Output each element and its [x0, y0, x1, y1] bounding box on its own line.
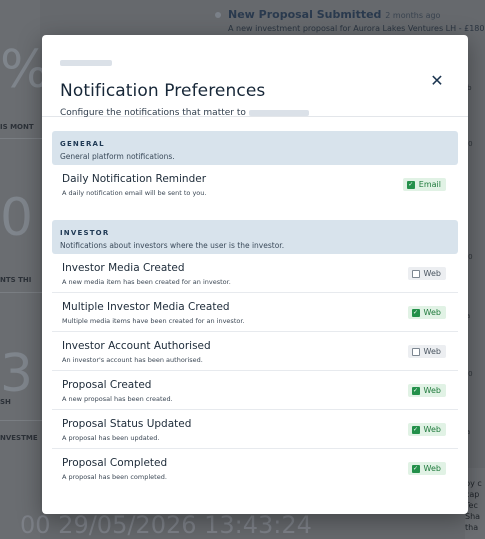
preference-title: Proposal Completed — [62, 457, 168, 469]
preference-row-daily-notification-reminder: Daily Notification Reminder A daily noti… — [52, 165, 458, 204]
checkbox-checked-icon: ✓ — [406, 180, 415, 189]
channel-label: Email — [418, 180, 441, 189]
preference-title: Multiple Investor Media Created — [62, 301, 230, 313]
background-right-panel: by c cap Tec Sha tha — [465, 468, 485, 539]
channel-label: Web — [423, 308, 441, 317]
background-divider — [0, 138, 42, 139]
section-name: INVESTOR — [60, 229, 110, 237]
preference-row-proposal-completed: Proposal Completed A proposal has been c… — [52, 449, 458, 488]
section-header-general: GENERAL General platform notifications. — [52, 131, 458, 165]
preference-title: Proposal Created — [62, 379, 152, 391]
channel-label: Web — [423, 386, 441, 395]
preference-row-investor-account-authorised: Investor Account Authorised An investor'… — [52, 332, 458, 371]
modal-header: Notification Preferences Configure the n… — [42, 35, 468, 118]
preference-description: A new media item has been created for an… — [62, 278, 231, 286]
close-button[interactable]: ✕ — [428, 72, 446, 90]
background-notification-subtitle: A new investment proposal for Aurora Lak… — [228, 24, 485, 33]
channel-label: Web — [423, 464, 441, 473]
preference-description: Multiple media items have been created f… — [62, 317, 245, 325]
checkbox-checked-icon: ✓ — [411, 308, 420, 317]
preference-description: A proposal has been updated. — [62, 434, 160, 442]
checkbox-unchecked-icon — [411, 347, 420, 356]
web-toggle[interactable]: Web — [407, 267, 446, 280]
web-toggle[interactable]: ✓ Web — [407, 462, 446, 475]
checkbox-checked-icon: ✓ — [411, 425, 420, 434]
channel-label: Web — [423, 269, 441, 278]
preference-row-proposal-status-updated: Proposal Status Updated A proposal has b… — [52, 410, 458, 449]
web-toggle[interactable]: ✓ Web — [407, 306, 446, 319]
preference-description: An investor's account has been authorise… — [62, 356, 203, 364]
preference-row-proposal-created: Proposal Created A new proposal has been… — [52, 371, 458, 410]
background-stat-label-4: NVESTME — [0, 434, 38, 442]
preference-title: Investor Account Authorised — [62, 340, 211, 352]
background-stat-2: 0 — [0, 188, 34, 248]
preference-description: A new proposal has been created. — [62, 395, 173, 403]
checkbox-checked-icon: ✓ — [411, 386, 420, 395]
web-toggle[interactable]: Web — [407, 345, 446, 358]
section-description: Notifications about investors where the … — [60, 241, 285, 250]
section-description: General platform notifications. — [60, 152, 175, 161]
checkbox-checked-icon: ✓ — [411, 464, 420, 473]
section-name: GENERAL — [60, 140, 105, 148]
background-stat-label-2: NTS THI — [0, 276, 32, 284]
background-stat-3: 3 — [0, 344, 34, 404]
email-toggle[interactable]: ✓ Email — [402, 178, 446, 191]
preference-row-investor-media-created: Investor Media Created A new media item … — [52, 254, 458, 293]
close-icon: ✕ — [430, 71, 444, 90]
preference-row-multiple-investor-media-created: Multiple Investor Media Created Multiple… — [52, 293, 458, 332]
modal-title: Notification Preferences — [60, 81, 266, 101]
background-stat-label-3: SH — [0, 398, 11, 406]
channel-label: Web — [423, 347, 441, 356]
preference-description: A daily notification email will be sent … — [62, 189, 207, 197]
web-toggle[interactable]: ✓ Web — [407, 423, 446, 436]
preference-title: Investor Media Created — [62, 262, 185, 274]
modal-subtitle: Configure the notifications that matter … — [60, 108, 450, 118]
notification-preferences-modal: Notification Preferences Configure the n… — [42, 35, 468, 514]
web-toggle[interactable]: ✓ Web — [407, 384, 446, 397]
background-divider — [0, 292, 42, 293]
background-notification-dot — [215, 12, 221, 18]
channel-label: Web — [423, 425, 441, 434]
redacted-user-name — [248, 109, 309, 116]
preference-title: Proposal Status Updated — [62, 418, 192, 430]
background-bottom-timestamp: 00 29/05/2026 13:43:24 — [20, 511, 312, 539]
background-divider — [0, 420, 42, 421]
section-header-investor: INVESTOR Notifications about investors w… — [52, 220, 458, 254]
background-right-panel-text: by c cap Tec Sha tha — [465, 479, 482, 532]
background-stat-label-1: IS MONT — [0, 123, 34, 131]
redacted-user-name — [60, 60, 112, 66]
preference-title: Daily Notification Reminder — [62, 173, 207, 185]
modal-body: GENERAL General platform notifications. … — [42, 117, 468, 488]
checkbox-unchecked-icon — [411, 269, 420, 278]
preference-description: A proposal has been completed. — [62, 473, 167, 481]
background-notification-title: New Proposal Submitted 2 months ago — [228, 8, 441, 21]
